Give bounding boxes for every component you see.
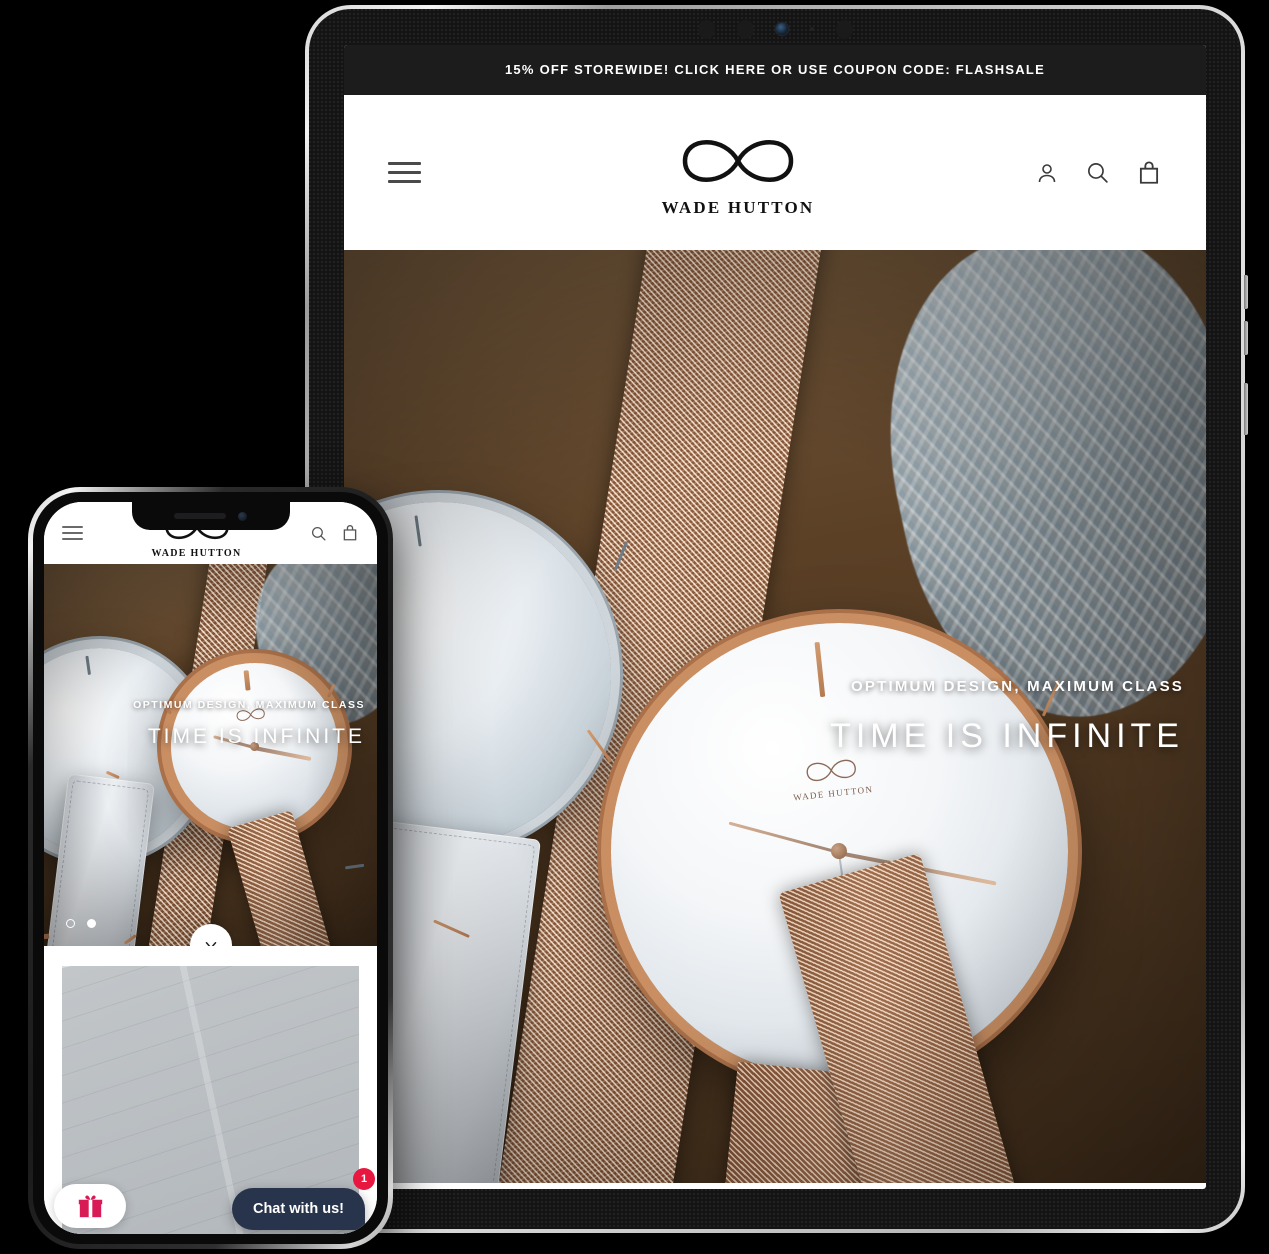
phone-bezel: WADE HUTTON OPTIMUM DESIGN, MAXIMUM CLAS…	[33, 492, 388, 1244]
gift-offer-button[interactable]	[54, 1184, 126, 1228]
tablet-volume-down-button[interactable]	[1244, 321, 1248, 355]
search-icon[interactable]	[310, 525, 327, 542]
tablet-volume-up-button[interactable]	[1244, 275, 1248, 309]
carousel-dot-active[interactable]	[87, 919, 96, 928]
hero-banner[interactable]: WADE HUTTON SWISS MOVT OPTIMUM DESIGN, M…	[344, 250, 1206, 1183]
phone-speaker-icon	[174, 513, 226, 519]
phone-header-icon-group	[310, 524, 359, 542]
hero-kicker: OPTIMUM DESIGN, MAXIMUM CLASS	[851, 677, 1184, 695]
infinity-logo-icon	[682, 139, 794, 182]
chat-widget-button[interactable]: Chat with us!	[231, 1188, 365, 1230]
phone-hero-headline: TIME IS INFINITE	[147, 725, 365, 749]
site-header: WADE HUTTON	[344, 95, 1206, 250]
site-logo-text: WADE HUTTON	[661, 197, 815, 217]
phone-site-logo-text: WADE HUTTON	[151, 547, 242, 559]
chevron-down-icon	[205, 942, 216, 946]
carousel-dots	[66, 919, 96, 928]
chat-unread-badge[interactable]: 1	[353, 1168, 375, 1190]
infinity-logo-icon	[806, 760, 856, 782]
announcement-bar[interactable]: 15% OFF STOREWIDE! CLICK HERE OR USE COU…	[344, 45, 1206, 95]
tablet-device: 15% OFF STOREWIDE! CLICK HERE OR USE COU…	[305, 5, 1248, 1233]
phone-hero-kicker: OPTIMUM DESIGN, MAXIMUM CLASS	[133, 699, 365, 712]
phone-notch	[131, 502, 290, 530]
phone-front-camera-icon	[238, 511, 247, 521]
tablet-sensor-icon	[697, 19, 715, 39]
phone-device: WADE HUTTON OPTIMUM DESIGN, MAXIMUM CLAS…	[28, 487, 393, 1249]
tablet-front-camera-icon	[775, 23, 788, 35]
gift-icon	[78, 1194, 102, 1217]
header-icon-group	[1035, 160, 1162, 186]
tablet-screen: 15% OFF STOREWIDE! CLICK HERE OR USE COU…	[344, 45, 1206, 1189]
carousel-dot[interactable]	[66, 919, 75, 928]
hero-headline: TIME IS INFINITE	[830, 716, 1184, 755]
cart-icon[interactable]	[341, 524, 359, 542]
hamburger-menu-icon[interactable]	[62, 522, 83, 544]
phone-hero-copy: OPTIMUM DESIGN, MAXIMUM CLASS TIME IS IN…	[133, 699, 365, 749]
account-icon[interactable]	[1035, 161, 1059, 185]
phone-hero-banner[interactable]: OPTIMUM DESIGN, MAXIMUM CLASS TIME IS IN…	[44, 564, 377, 946]
search-icon[interactable]	[1085, 160, 1110, 185]
tablet-camera-array	[685, 18, 865, 40]
site-logo[interactable]: WADE HUTTON	[662, 128, 815, 218]
hero-copy: OPTIMUM DESIGN, MAXIMUM CLASS TIME IS IN…	[830, 678, 1184, 756]
tablet-bezel: 15% OFF STOREWIDE! CLICK HERE OR USE COU…	[309, 9, 1241, 1229]
watch-dial-logo: WADE HUTTON	[790, 752, 874, 803]
tablet-sensor-icon	[736, 19, 754, 39]
hamburger-menu-icon[interactable]	[388, 162, 421, 183]
cart-icon[interactable]	[1136, 160, 1162, 186]
canvas: 15% OFF STOREWIDE! CLICK HERE OR USE COU…	[0, 0, 1269, 1254]
tablet-power-button[interactable]	[1244, 383, 1248, 435]
phone-screen: WADE HUTTON OPTIMUM DESIGN, MAXIMUM CLAS…	[44, 502, 377, 1234]
tablet-sensor-icon	[835, 19, 853, 39]
tablet-sensor-icon	[809, 27, 814, 31]
